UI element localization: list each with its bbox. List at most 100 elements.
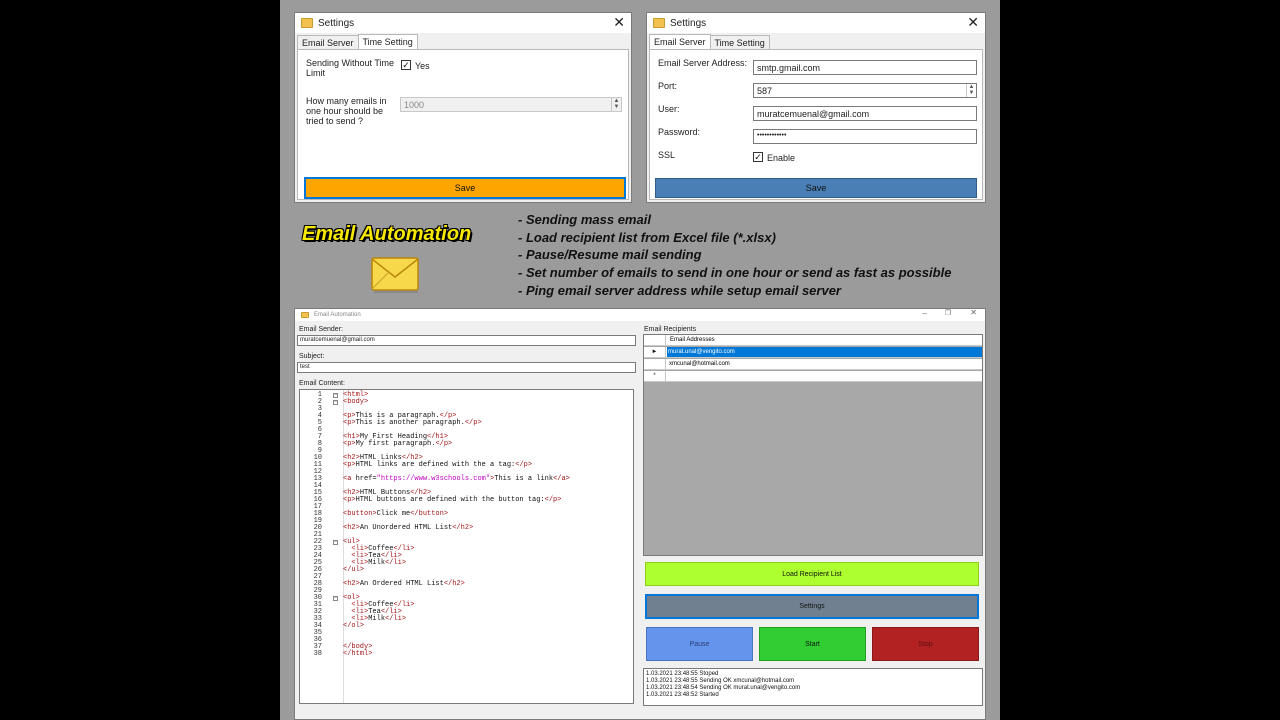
port-label: Port:	[658, 81, 678, 91]
app-icon	[301, 312, 309, 318]
table-row[interactable]: xmcunal@hotmail.com	[644, 359, 982, 370]
email-server-page: Email Server Address: smtp.gmail.com Por…	[649, 49, 983, 200]
sender-value: muratcemuenal@gmail.com	[300, 337, 375, 343]
start-button[interactable]: Start	[759, 627, 866, 661]
settings-tabs: Email Server Time Setting	[297, 34, 418, 50]
user-value: muratcemuenal@gmail.com	[757, 109, 870, 119]
fold-toggle-icon[interactable]: −	[333, 400, 338, 405]
load-recipient-list-button[interactable]: Load Recipient List	[645, 562, 979, 586]
stepper-arrows-icon[interactable]: ▲ ▼	[611, 98, 621, 111]
activity-log[interactable]: 1.03.2021 23:48:55 Stoped 1.03.2021 23:4…	[643, 668, 983, 706]
tab-email-server[interactable]: Email Server	[649, 34, 711, 50]
load-button-label: Load Recipient List	[782, 570, 842, 578]
feature-line: - Pause/Resume mail sending	[518, 247, 702, 262]
settings-title-bar: Settings ✕	[295, 13, 631, 33]
tab-time-setting[interactable]: Time Setting	[357, 34, 418, 50]
code-line: <button>Click me</button>	[343, 510, 449, 518]
grid-header: Email Addresses	[644, 335, 982, 346]
subject-input[interactable]: test	[297, 362, 636, 373]
save-button[interactable]: Save	[304, 177, 626, 199]
settings-button[interactable]: Settings	[645, 594, 979, 619]
save-button-label: Save	[805, 183, 827, 193]
settings-button-label: Settings	[799, 603, 825, 610]
sender-label: Email Sender:	[299, 326, 343, 333]
settings-title: Settings	[318, 17, 355, 29]
code-line: <h2>An Ordered HTML List</h2>	[343, 580, 465, 588]
start-button-label: Start	[805, 640, 820, 648]
email-content-editor[interactable]: 1− <html> 2− <body> 3 4 <p>This is a paragraph…	[299, 389, 634, 704]
code-line: <p>HTML buttons are defined with the but…	[343, 496, 562, 504]
column-header-email[interactable]: Email Addresses	[670, 335, 715, 345]
ssl-enable-checkbox[interactable]: ✓	[753, 152, 763, 162]
no-time-limit-checkbox[interactable]: ✓	[401, 60, 411, 70]
ssl-label: SSL	[658, 150, 676, 160]
settings-window-server: Settings ✕ Email Server Time Setting Ema…	[646, 12, 986, 203]
row-pointer-icon: ►	[644, 347, 666, 357]
password-input[interactable]: ••••••••••••	[753, 129, 977, 144]
row-header	[644, 359, 666, 369]
fold-toggle-icon[interactable]: −	[333, 393, 338, 398]
close-icon[interactable]: ✕	[613, 14, 625, 31]
settings-app-icon	[653, 18, 665, 28]
save-button[interactable]: Save	[655, 178, 977, 198]
code-line: </ol>	[343, 622, 365, 630]
code-line: <h2>An Unordered HTML List</h2>	[343, 524, 474, 532]
server-address-label: Email Server Address:	[658, 58, 748, 68]
enable-label: Enable	[767, 153, 796, 163]
sending-without-limit-label: Sending Without Time Limit	[306, 58, 395, 78]
minimize-icon[interactable]: –	[923, 309, 927, 318]
yes-label: Yes	[415, 61, 430, 71]
feature-line: - Sending mass email	[518, 212, 651, 227]
feature-line: - Load recipient list from Excel file (*…	[518, 230, 776, 245]
code-line: <body>	[343, 398, 369, 406]
log-line: 1.03.2021 23:48:52 Started	[646, 692, 719, 698]
recipient-cell[interactable]: murat.unal@vengito.com	[667, 347, 982, 357]
row-header-corner	[644, 335, 666, 345]
subject-label: Subject:	[299, 353, 325, 360]
fold-toggle-icon[interactable]: −	[333, 596, 338, 601]
emails-per-hour-value: 1000	[404, 100, 425, 110]
code-line: <p>This is another paragraph.</p>	[343, 419, 482, 427]
restore-icon[interactable]: ❐	[945, 309, 951, 317]
table-row-new[interactable]: *	[644, 371, 982, 382]
stop-button[interactable]: Stop	[872, 627, 979, 661]
fold-toggle-icon[interactable]: −	[333, 540, 338, 545]
feature-line: - Set number of emails to send in one ho…	[518, 265, 952, 280]
tab-email-server[interactable]: Email Server	[297, 35, 359, 50]
log-line: 1.03.2021 23:48:55 Sending OK xmcunal@ho…	[646, 678, 795, 684]
settings-title-bar: Settings ✕	[647, 13, 985, 33]
sender-input[interactable]: muratcemuenal@gmail.com	[297, 335, 636, 346]
recipient-cell[interactable]: xmcunal@hotmail.com	[669, 359, 730, 369]
content-label: Email Content:	[299, 380, 345, 387]
checkmark-icon: ✓	[754, 152, 762, 162]
checkmark-icon: ✓	[402, 60, 410, 70]
user-label: User:	[658, 104, 680, 114]
brand-title: Email Automation	[302, 223, 472, 245]
promo-canvas: Settings ✕ Email Server Time Setting Sen…	[280, 0, 1000, 720]
stop-button-label: Stop	[918, 640, 933, 648]
recipients-grid[interactable]: Email Addresses ► murat.unal@vengito.com…	[643, 334, 983, 556]
code-line: </ul>	[343, 566, 365, 574]
settings-window-time: Settings ✕ Email Server Time Setting Sen…	[294, 12, 632, 203]
subject-value: test	[300, 364, 310, 370]
app-title-bar: Email Automation – ❐ ✕	[295, 308, 985, 321]
close-icon[interactable]: ✕	[970, 308, 977, 317]
port-value: 587	[757, 86, 773, 96]
password-label: Password:	[658, 127, 701, 137]
envelope-icon	[371, 257, 419, 293]
close-icon[interactable]: ✕	[967, 14, 979, 31]
emails-per-hour-label: How many emails in one hour should be tr…	[306, 96, 387, 126]
server-address-input[interactable]: smtp.gmail.com	[753, 60, 977, 75]
table-row[interactable]: ► murat.unal@vengito.com	[644, 347, 982, 358]
pause-button[interactable]: Pause	[646, 627, 753, 661]
save-button-label: Save	[454, 183, 476, 193]
port-stepper[interactable]: 587 ▲ ▼	[753, 83, 977, 98]
code-line: </html>	[343, 650, 373, 658]
user-input[interactable]: muratcemuenal@gmail.com	[753, 106, 977, 121]
emails-per-hour-stepper[interactable]: 1000 ▲ ▼	[400, 97, 622, 112]
time-setting-page: Sending Without Time Limit ✓ Yes How man…	[297, 49, 629, 200]
tab-time-setting[interactable]: Time Setting	[709, 35, 770, 50]
feature-line: - Ping email server address while setup …	[518, 283, 841, 298]
stepper-arrows-icon[interactable]: ▲ ▼	[966, 84, 976, 97]
pause-button-label: Pause	[689, 640, 710, 648]
